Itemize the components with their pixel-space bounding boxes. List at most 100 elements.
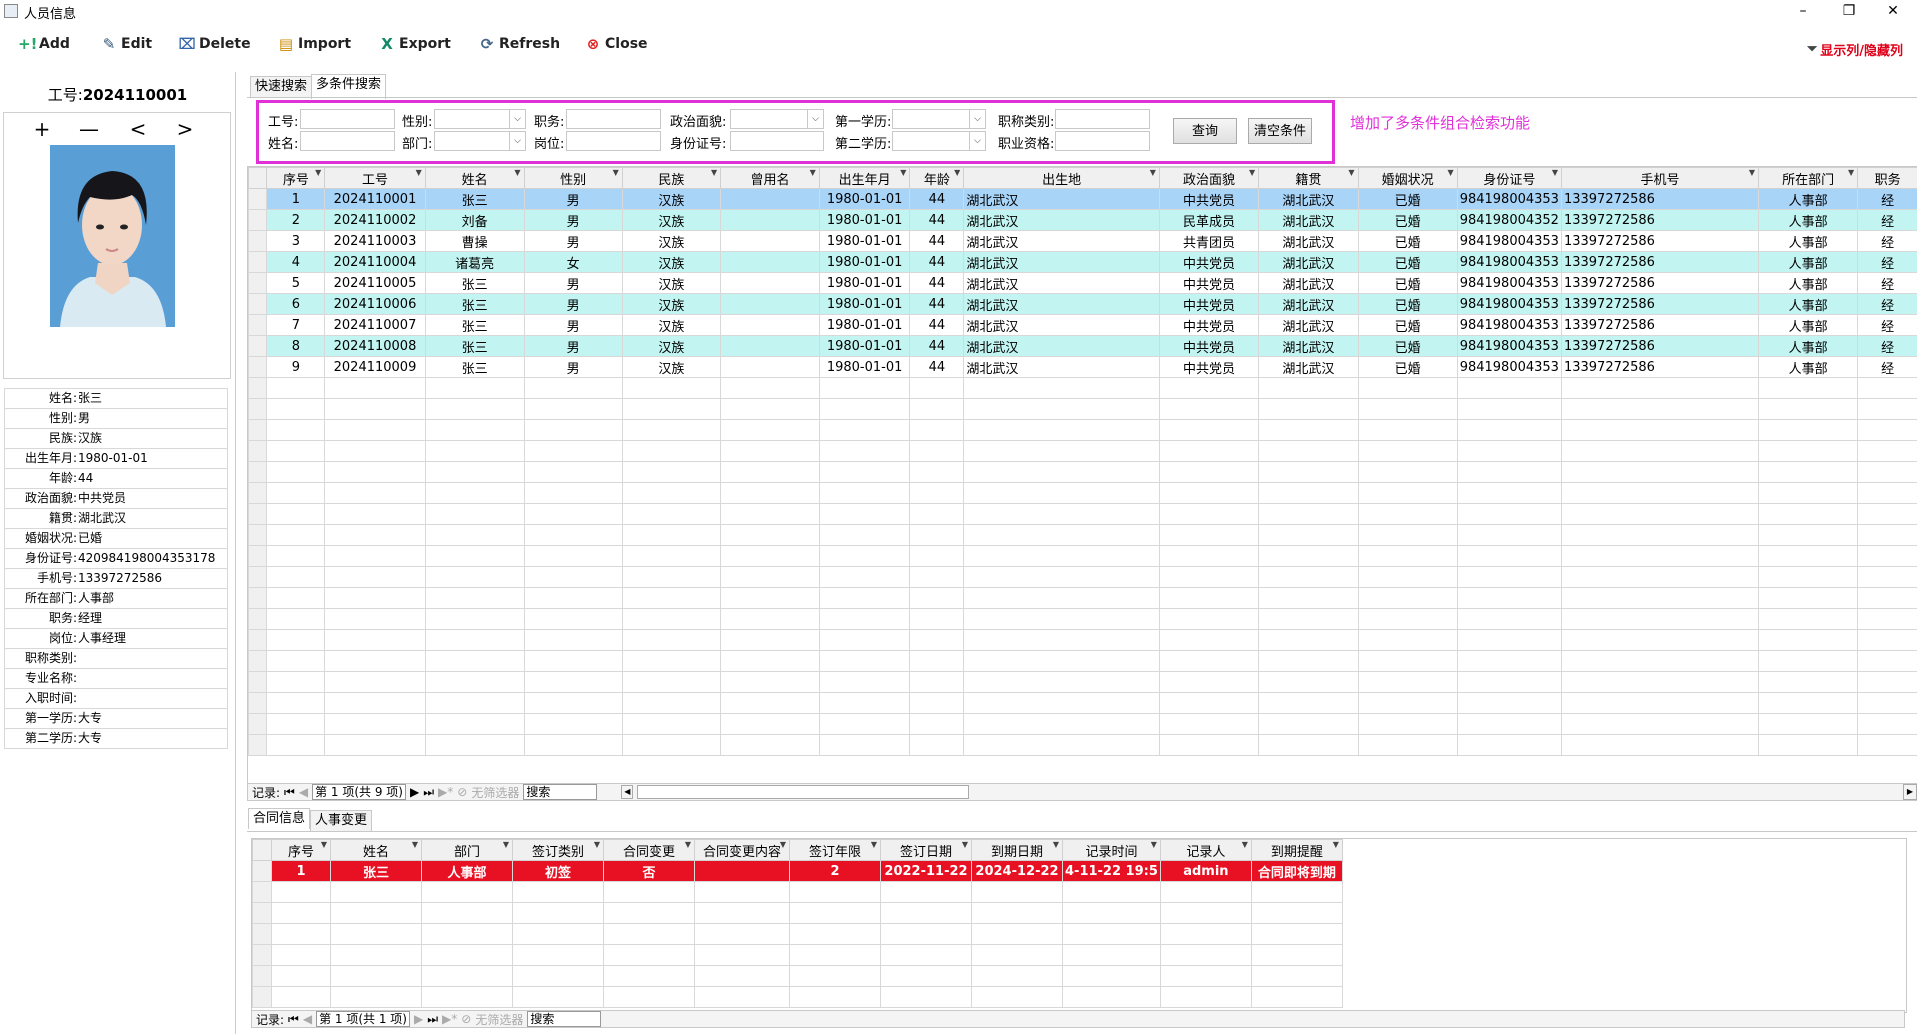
table-cell[interactable]: 4 <box>266 251 326 273</box>
table-cell[interactable] <box>880 902 972 924</box>
column-header[interactable]: 序号 ▼ <box>271 839 331 861</box>
table-cell[interactable] <box>909 419 965 441</box>
table-row[interactable] <box>248 545 1917 567</box>
table-cell[interactable] <box>720 545 820 567</box>
table-cell[interactable] <box>424 524 525 546</box>
table-cell[interactable] <box>621 545 722 567</box>
table-cell[interactable]: 13397272586 <box>1560 272 1759 294</box>
table-cell[interactable] <box>1560 419 1759 441</box>
table-cell[interactable]: 男 <box>523 314 623 336</box>
table-cell[interactable] <box>963 482 1160 504</box>
table-cell[interactable] <box>1158 566 1260 588</box>
table-cell[interactable]: 1 <box>266 188 326 210</box>
row-indicator[interactable] <box>252 965 272 987</box>
table-cell[interactable] <box>818 587 911 609</box>
row-indicator[interactable] <box>248 356 268 378</box>
row-indicator[interactable] <box>252 986 272 1008</box>
tab-multi-condition-search[interactable]: 多条件搜索 <box>311 74 387 99</box>
table-cell[interactable] <box>1159 881 1252 903</box>
table-cell[interactable]: 中共党员 <box>1158 272 1260 294</box>
table-cell[interactable] <box>1357 377 1458 399</box>
table-cell[interactable]: 2024110004 <box>324 251 426 273</box>
table-cell[interactable] <box>324 419 426 441</box>
table-cell[interactable] <box>1357 524 1458 546</box>
table-cell[interactable] <box>621 524 722 546</box>
column-filter-icon[interactable]: ▼ <box>514 169 520 178</box>
table-cell[interactable] <box>818 419 911 441</box>
table-cell[interactable] <box>1062 986 1161 1008</box>
column-filter-icon[interactable]: ▼ <box>1150 169 1156 178</box>
table-cell[interactable] <box>963 377 1160 399</box>
table-cell[interactable] <box>1158 419 1260 441</box>
table-row[interactable] <box>248 608 1917 630</box>
import-button[interactable]: ▤ Import <box>277 34 351 54</box>
table-cell[interactable] <box>694 944 790 966</box>
restore-button[interactable]: ❐ <box>1826 0 1872 22</box>
table-cell[interactable] <box>1357 503 1458 525</box>
table-cell[interactable]: 中共党员 <box>1158 314 1260 336</box>
table-cell[interactable] <box>421 881 513 903</box>
table-cell[interactable] <box>909 650 965 672</box>
table-cell[interactable] <box>330 965 422 987</box>
table-cell[interactable]: 汉族 <box>621 335 722 357</box>
table-cell[interactable] <box>818 734 911 756</box>
table-cell[interactable] <box>694 965 790 987</box>
table-cell[interactable] <box>603 902 695 924</box>
table-cell[interactable] <box>512 902 604 924</box>
table-cell[interactable] <box>330 881 422 903</box>
table-cell[interactable] <box>271 944 331 966</box>
table-cell[interactable]: 44 <box>909 209 965 231</box>
table-row[interactable] <box>248 377 1917 399</box>
table-cell[interactable] <box>1357 419 1458 441</box>
table-row[interactable] <box>252 923 1343 945</box>
table-row[interactable] <box>248 482 1917 504</box>
table-cell[interactable] <box>909 587 965 609</box>
table-cell[interactable] <box>421 965 513 987</box>
table-cell[interactable] <box>909 608 965 630</box>
table-cell[interactable]: 张三 <box>424 272 525 294</box>
table-cell[interactable]: 13397272586 <box>1560 356 1759 378</box>
table-cell[interactable]: 曹操 <box>424 230 525 252</box>
table-cell[interactable] <box>694 986 790 1008</box>
table-cell[interactable]: 经 <box>1857 272 1917 294</box>
table-cell[interactable]: 人事部 <box>1757 209 1859 231</box>
table-cell[interactable] <box>271 923 331 945</box>
table-cell[interactable] <box>971 986 1063 1008</box>
column-filter-icon[interactable]: ▼ <box>1749 169 1755 178</box>
table-cell[interactable] <box>1357 440 1458 462</box>
export-button[interactable]: X Export <box>378 34 451 54</box>
table-cell[interactable] <box>523 461 623 483</box>
table-cell[interactable] <box>720 335 820 357</box>
table-cell[interactable] <box>1857 461 1917 483</box>
last-record-button[interactable]: ⏭ <box>427 1012 438 1027</box>
column-filter-icon[interactable]: ▼ <box>810 169 816 178</box>
page-indicator[interactable]: 第 1 项(共 9 项) <box>312 784 406 800</box>
table-cell[interactable]: 湖北武汉 <box>1258 188 1359 210</box>
table-cell[interactable]: 汉族 <box>621 314 722 336</box>
column-header[interactable]: 性别 ▼ <box>523 167 623 189</box>
table-cell[interactable]: 已婚 <box>1357 314 1458 336</box>
table-cell[interactable] <box>880 923 972 945</box>
column-header[interactable]: 曾用名 ▼ <box>720 167 820 189</box>
table-cell[interactable] <box>324 713 426 735</box>
table-cell[interactable] <box>266 566 326 588</box>
table-cell[interactable]: 汉族 <box>621 293 722 315</box>
table-cell[interactable]: 5 <box>266 272 326 294</box>
table-cell[interactable] <box>720 692 820 714</box>
table-cell[interactable]: 汉族 <box>621 356 722 378</box>
last-record-button[interactable]: ⏭ <box>423 785 434 800</box>
table-cell[interactable]: 13397272586 <box>1560 293 1759 315</box>
table-cell[interactable] <box>603 986 695 1008</box>
table-cell[interactable]: 13397272586 <box>1560 251 1759 273</box>
table-row[interactable] <box>252 944 1343 966</box>
first-record-button[interactable]: ⏮ <box>288 1012 299 1027</box>
table-cell[interactable] <box>1757 545 1859 567</box>
table-cell[interactable]: 人事部 <box>421 860 513 882</box>
column-filter-icon[interactable]: ▼ <box>315 169 321 178</box>
table-cell[interactable] <box>266 461 326 483</box>
table-cell[interactable] <box>424 545 525 567</box>
column-header[interactable]: 出生地 ▼ <box>963 167 1160 189</box>
table-cell[interactable] <box>424 713 525 735</box>
table-cell[interactable] <box>1158 503 1260 525</box>
row-indicator[interactable] <box>248 314 268 336</box>
